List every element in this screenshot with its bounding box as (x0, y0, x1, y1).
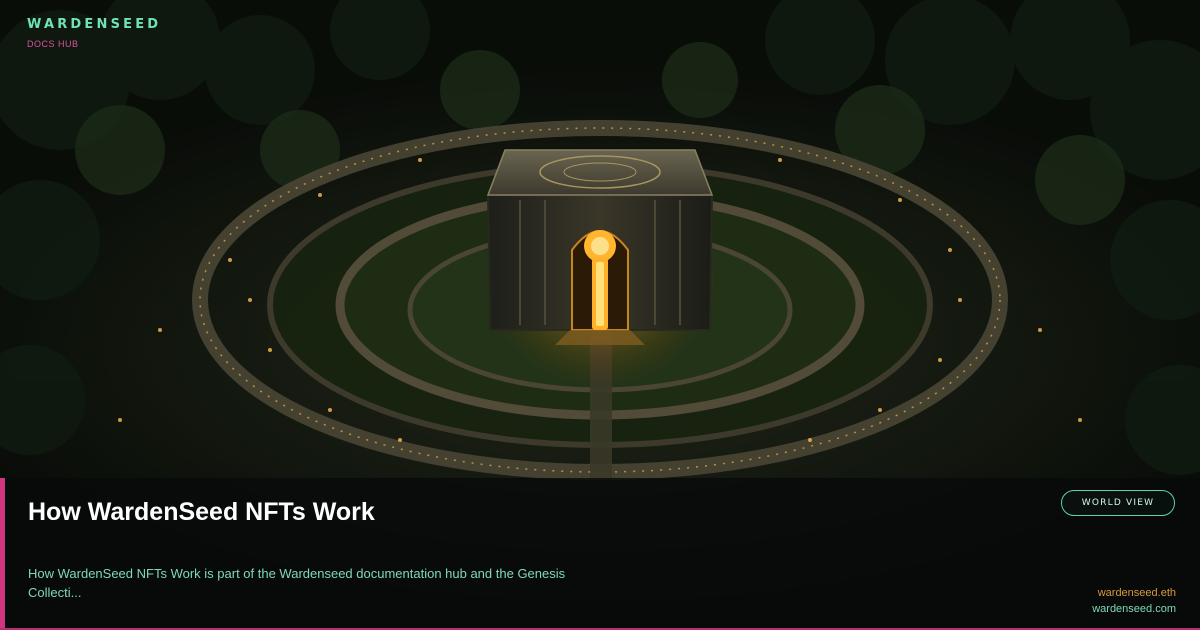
brand: WARDENSEED DOCS HUB (27, 17, 161, 49)
world-view-button[interactable]: WORLD VIEW (1061, 490, 1175, 516)
brand-name: WARDENSEED (27, 17, 162, 32)
brand-subtitle: DOCS HUB (27, 39, 79, 49)
og-card: WARDENSEED DOCS HUB How WardenSeed NFTs … (0, 0, 1200, 630)
site-links: wardenseed.eth wardenseed.com (1092, 585, 1176, 617)
website-link[interactable]: wardenseed.com (1092, 601, 1176, 617)
panel-accent-bar (0, 478, 5, 630)
ens-link[interactable]: wardenseed.eth (1092, 585, 1176, 601)
page-description: How WardenSeed NFTs Work is part of the … (28, 566, 566, 600)
page-title: How WardenSeed NFTs Work (28, 498, 375, 526)
info-panel: How WardenSeed NFTs Work How WardenSeed … (0, 478, 1200, 630)
